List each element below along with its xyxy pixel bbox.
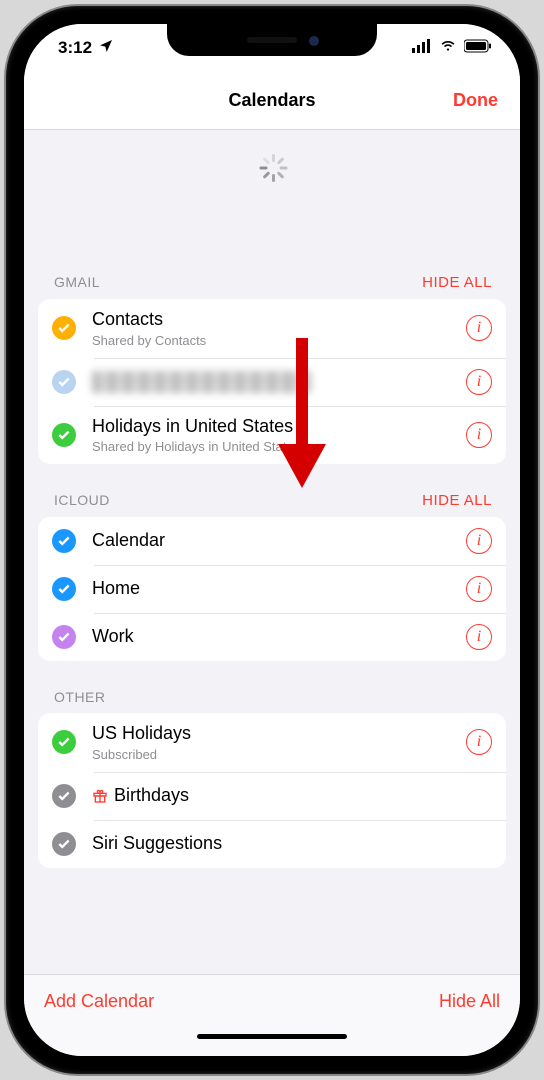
nav-bar: Calendars Done <box>24 72 520 130</box>
wifi-icon <box>438 38 458 58</box>
calendar-title-text: Birthdays <box>114 785 189 807</box>
calendar-row-work[interactable]: Work i <box>38 613 506 661</box>
info-button[interactable]: i <box>466 315 492 341</box>
checkmark-icon[interactable] <box>52 423 76 447</box>
location-icon <box>98 38 114 59</box>
checkmark-icon[interactable] <box>52 730 76 754</box>
checkmark-icon[interactable] <box>52 316 76 340</box>
hide-all-gmail-button[interactable]: HIDE ALL <box>422 274 492 291</box>
hide-all-icloud-button[interactable]: HIDE ALL <box>422 492 492 509</box>
calendar-title: Calendar <box>92 530 458 552</box>
redacted-text <box>92 371 312 393</box>
home-indicator[interactable] <box>24 1028 520 1056</box>
calendar-row-contacts[interactable]: Contacts Shared by Contacts i <box>38 299 506 358</box>
add-calendar-button[interactable]: Add Calendar <box>44 991 154 1012</box>
section-title: GMAIL <box>54 274 100 291</box>
hide-all-button[interactable]: Hide All <box>439 991 500 1012</box>
refresh-spinner <box>24 130 520 188</box>
bottom-toolbar: Add Calendar Hide All <box>24 974 520 1028</box>
calendar-row-home[interactable]: Home i <box>38 565 506 613</box>
phone-frame: 3:12 <box>6 6 538 1074</box>
checkmark-icon[interactable] <box>52 370 76 394</box>
calendar-subtitle: Subscribed <box>92 747 458 762</box>
calendar-title: Home <box>92 578 458 600</box>
calendar-row-holidays-us[interactable]: Holidays in United States Shared by Holi… <box>38 406 506 465</box>
calendar-subtitle: Shared by Contacts <box>92 333 458 348</box>
section-header-other: OTHER <box>24 661 520 713</box>
status-time: 3:12 <box>58 38 92 58</box>
info-button[interactable]: i <box>466 624 492 650</box>
notch <box>167 24 377 56</box>
info-button[interactable]: i <box>466 729 492 755</box>
checkmark-icon[interactable] <box>52 784 76 808</box>
section-header-icloud: ICLOUD HIDE ALL <box>24 464 520 517</box>
calendar-title: Contacts <box>92 309 458 331</box>
section-title: OTHER <box>54 689 106 705</box>
calendar-row-calendar[interactable]: Calendar i <box>38 517 506 565</box>
calendar-row-siri[interactable]: Siri Suggestions <box>38 820 506 868</box>
spinner-icon <box>258 154 286 182</box>
calendar-title: Holidays in United States <box>92 416 458 438</box>
calendar-row-us-holidays[interactable]: US Holidays Subscribed i <box>38 713 506 772</box>
calendar-subtitle: Shared by Holidays in United States <box>92 439 458 454</box>
calendar-title: US Holidays <box>92 723 458 745</box>
calendar-row-redacted[interactable]: i <box>38 358 506 406</box>
calendar-title: Siri Suggestions <box>92 833 492 855</box>
gift-icon <box>92 788 108 804</box>
content-scroll[interactable]: GMAIL HIDE ALL Contacts Shared by Contac… <box>24 130 520 974</box>
calendar-title: Work <box>92 626 458 648</box>
checkmark-icon[interactable] <box>52 577 76 601</box>
checkmark-icon[interactable] <box>52 832 76 856</box>
done-button[interactable]: Done <box>453 90 498 111</box>
section-card-gmail: Contacts Shared by Contacts i i <box>38 299 506 464</box>
section-title: ICLOUD <box>54 492 110 509</box>
page-title: Calendars <box>228 90 315 111</box>
screen: 3:12 <box>24 24 520 1056</box>
checkmark-icon[interactable] <box>52 625 76 649</box>
section-card-icloud: Calendar i Home i Work <box>38 517 506 661</box>
info-button[interactable]: i <box>466 369 492 395</box>
battery-icon <box>464 38 492 58</box>
info-button[interactable]: i <box>466 576 492 602</box>
info-button[interactable]: i <box>466 422 492 448</box>
info-button[interactable]: i <box>466 528 492 554</box>
cellular-icon <box>412 38 432 58</box>
screen-frame: 3:12 <box>24 24 520 1056</box>
section-card-other: US Holidays Subscribed i <box>38 713 506 868</box>
calendar-row-birthdays[interactable]: Birthdays <box>38 772 506 820</box>
section-header-gmail: GMAIL HIDE ALL <box>24 188 520 299</box>
calendar-title: Birthdays <box>92 785 492 807</box>
checkmark-icon[interactable] <box>52 529 76 553</box>
